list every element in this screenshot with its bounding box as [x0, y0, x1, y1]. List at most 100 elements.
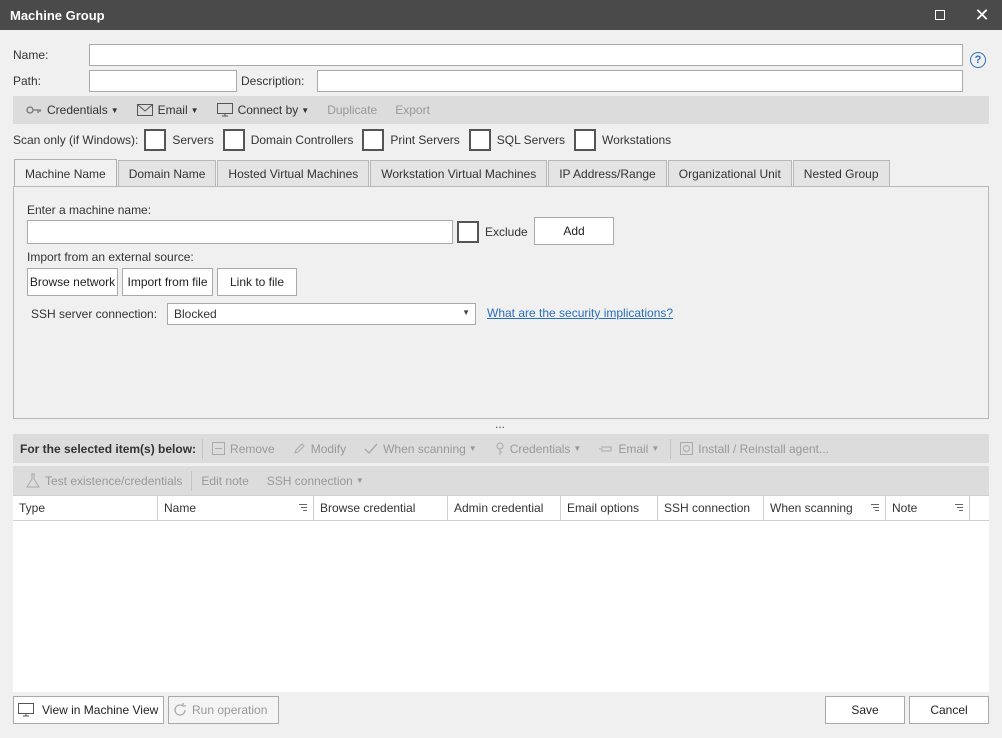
- path-label: Path:: [13, 74, 42, 88]
- tab-hosted-virtual-machines[interactable]: Hosted Virtual Machines: [217, 160, 370, 187]
- exclude-checkbox[interactable]: [457, 221, 479, 243]
- column-note[interactable]: Note: [886, 496, 970, 520]
- monitor-icon: [216, 103, 233, 117]
- connect-by-label: Connect by: [237, 103, 299, 117]
- monitor-icon: [18, 703, 34, 717]
- selected-items-label: For the selected item(s) below:: [20, 441, 197, 456]
- print-servers-checkbox[interactable]: [362, 129, 385, 151]
- title-bar: Machine Group ✕: [0, 0, 1002, 30]
- maximize-button[interactable]: [920, 0, 960, 30]
- caret-down-icon: ▼: [110, 105, 119, 115]
- run-operation-button[interactable]: Run operation: [168, 696, 279, 724]
- tab-machine-name[interactable]: Machine Name: [14, 159, 117, 187]
- column-type-label: Type: [19, 501, 46, 515]
- save-button[interactable]: Save: [825, 696, 905, 724]
- name-label: Name:: [13, 48, 49, 62]
- tab-organizational-unit[interactable]: Organizational Unit: [667, 160, 792, 187]
- column-browse-credential-label: Browse credential: [320, 501, 416, 515]
- workstations-checkbox[interactable]: [574, 129, 597, 151]
- edit-note-button[interactable]: Edit note: [192, 474, 257, 488]
- tab-workstation-virtual-machines[interactable]: Workstation Virtual Machines: [370, 160, 548, 187]
- run-operation-label: Run operation: [192, 703, 268, 717]
- name-input[interactable]: [89, 44, 963, 66]
- credentials-menu[interactable]: Credentials ▼: [17, 103, 128, 117]
- grid-header: Type Name Browse credential Admin creden…: [13, 495, 989, 521]
- view-machine-view-button[interactable]: View in Machine View: [13, 696, 164, 724]
- security-implications-link[interactable]: What are the security implications?: [487, 306, 673, 320]
- flask-icon: [26, 473, 40, 488]
- install-agent-label: Install / Reinstall agent...: [698, 441, 830, 456]
- duplicate-button[interactable]: Duplicate: [318, 103, 386, 117]
- key-icon: [26, 105, 42, 115]
- test-existence-button[interactable]: Test existence/credentials: [17, 473, 191, 488]
- close-button[interactable]: ✕: [962, 0, 1002, 30]
- link-to-file-button[interactable]: Link to file: [217, 268, 297, 296]
- description-input[interactable]: [317, 70, 963, 92]
- scan-only-row: Scan only (if Windows): Servers Domain C…: [13, 129, 680, 151]
- machine-name-input[interactable]: [27, 220, 453, 244]
- column-type[interactable]: Type: [13, 496, 158, 520]
- remove-button[interactable]: Remove: [203, 442, 284, 456]
- connect-by-menu[interactable]: Connect by ▼: [208, 103, 319, 117]
- ssh-connection-menu[interactable]: SSH connection ▼: [258, 474, 373, 488]
- caret-down-icon: ▼: [190, 105, 199, 115]
- modify-button[interactable]: Modify: [284, 442, 355, 456]
- source-tabs: Machine Name Domain Name Hosted Virtual …: [14, 159, 891, 187]
- column-name[interactable]: Name: [158, 496, 314, 520]
- column-browse-credential[interactable]: Browse credential: [314, 496, 448, 520]
- filter-icon: [955, 504, 963, 512]
- export-button[interactable]: Export: [386, 103, 439, 117]
- cancel-button[interactable]: Cancel: [909, 696, 989, 724]
- ssh-connection-select[interactable]: Blocked ▼: [167, 303, 476, 325]
- ssh-connection-label: SSH server connection:: [31, 307, 158, 321]
- column-note-label: Note: [892, 501, 918, 515]
- ssh-connection-value: Blocked: [174, 307, 217, 321]
- tab-ip-address-range[interactable]: IP Address/Range: [548, 160, 667, 187]
- browse-network-button[interactable]: Browse network: [27, 268, 118, 296]
- email-label: Email: [157, 103, 188, 117]
- scan-only-label: Scan only (if Windows):: [13, 133, 139, 147]
- column-ssh-connection-label: SSH connection: [664, 501, 751, 515]
- email-selected-label: Email: [618, 441, 649, 456]
- remove-icon: [212, 442, 226, 455]
- path-input[interactable]: [89, 70, 237, 92]
- remove-label: Remove: [230, 441, 275, 456]
- domain-controllers-checkbox[interactable]: [222, 129, 245, 151]
- column-ssh-connection[interactable]: SSH connection: [658, 496, 764, 520]
- install-agent-button[interactable]: Install / Reinstall agent...: [671, 442, 838, 456]
- enter-machine-label: Enter a machine name:: [27, 203, 152, 217]
- credentials-selected-menu[interactable]: Credentials ▼: [486, 442, 591, 456]
- filter-icon: [871, 504, 879, 512]
- column-when-scanning[interactable]: When scanning: [764, 496, 886, 520]
- email-selected-menu[interactable]: Email ▼: [590, 442, 668, 456]
- column-admin-credential[interactable]: Admin credential: [448, 496, 561, 520]
- column-email-options[interactable]: Email options: [561, 496, 658, 520]
- email-menu[interactable]: Email ▼: [128, 103, 208, 117]
- tab-domain-name[interactable]: Domain Name: [117, 160, 217, 187]
- tab-nested-group[interactable]: Nested Group: [792, 160, 890, 187]
- column-when-scanning-label: When scanning: [770, 501, 853, 515]
- grid-body[interactable]: [13, 521, 989, 692]
- selected-items-toolbar: For the selected item(s) below: Remove M…: [13, 434, 989, 463]
- servers-checkbox[interactable]: [144, 129, 167, 151]
- add-button[interactable]: Add: [534, 217, 614, 245]
- servers-label: Servers: [172, 133, 214, 147]
- import-from-file-button[interactable]: Import from file: [122, 268, 213, 296]
- maximize-icon: [935, 10, 945, 20]
- ssh-connection-menu-label: SSH connection: [266, 473, 353, 488]
- caret-down-icon: ▼: [651, 444, 660, 453]
- key-icon: [495, 442, 505, 456]
- print-servers-label: Print Servers: [390, 133, 460, 147]
- main-toolbar: Credentials ▼ Email ▼ Connect by ▼ Duplicat…: [13, 96, 989, 124]
- when-scanning-menu[interactable]: When scanning ▼: [355, 442, 486, 456]
- splitter-handle[interactable]: ...: [495, 417, 505, 431]
- column-name-label: Name: [164, 501, 197, 515]
- view-machine-view-label: View in Machine View: [42, 703, 159, 717]
- import-label: Import from an external source:: [27, 250, 194, 264]
- close-icon: ✕: [974, 4, 990, 25]
- help-icon[interactable]: ?: [970, 52, 986, 68]
- caret-down-icon: ▼: [573, 444, 582, 453]
- domain-controllers-label: Domain Controllers: [250, 133, 354, 147]
- window-title: Machine Group: [10, 8, 105, 23]
- sql-servers-checkbox[interactable]: [468, 129, 491, 151]
